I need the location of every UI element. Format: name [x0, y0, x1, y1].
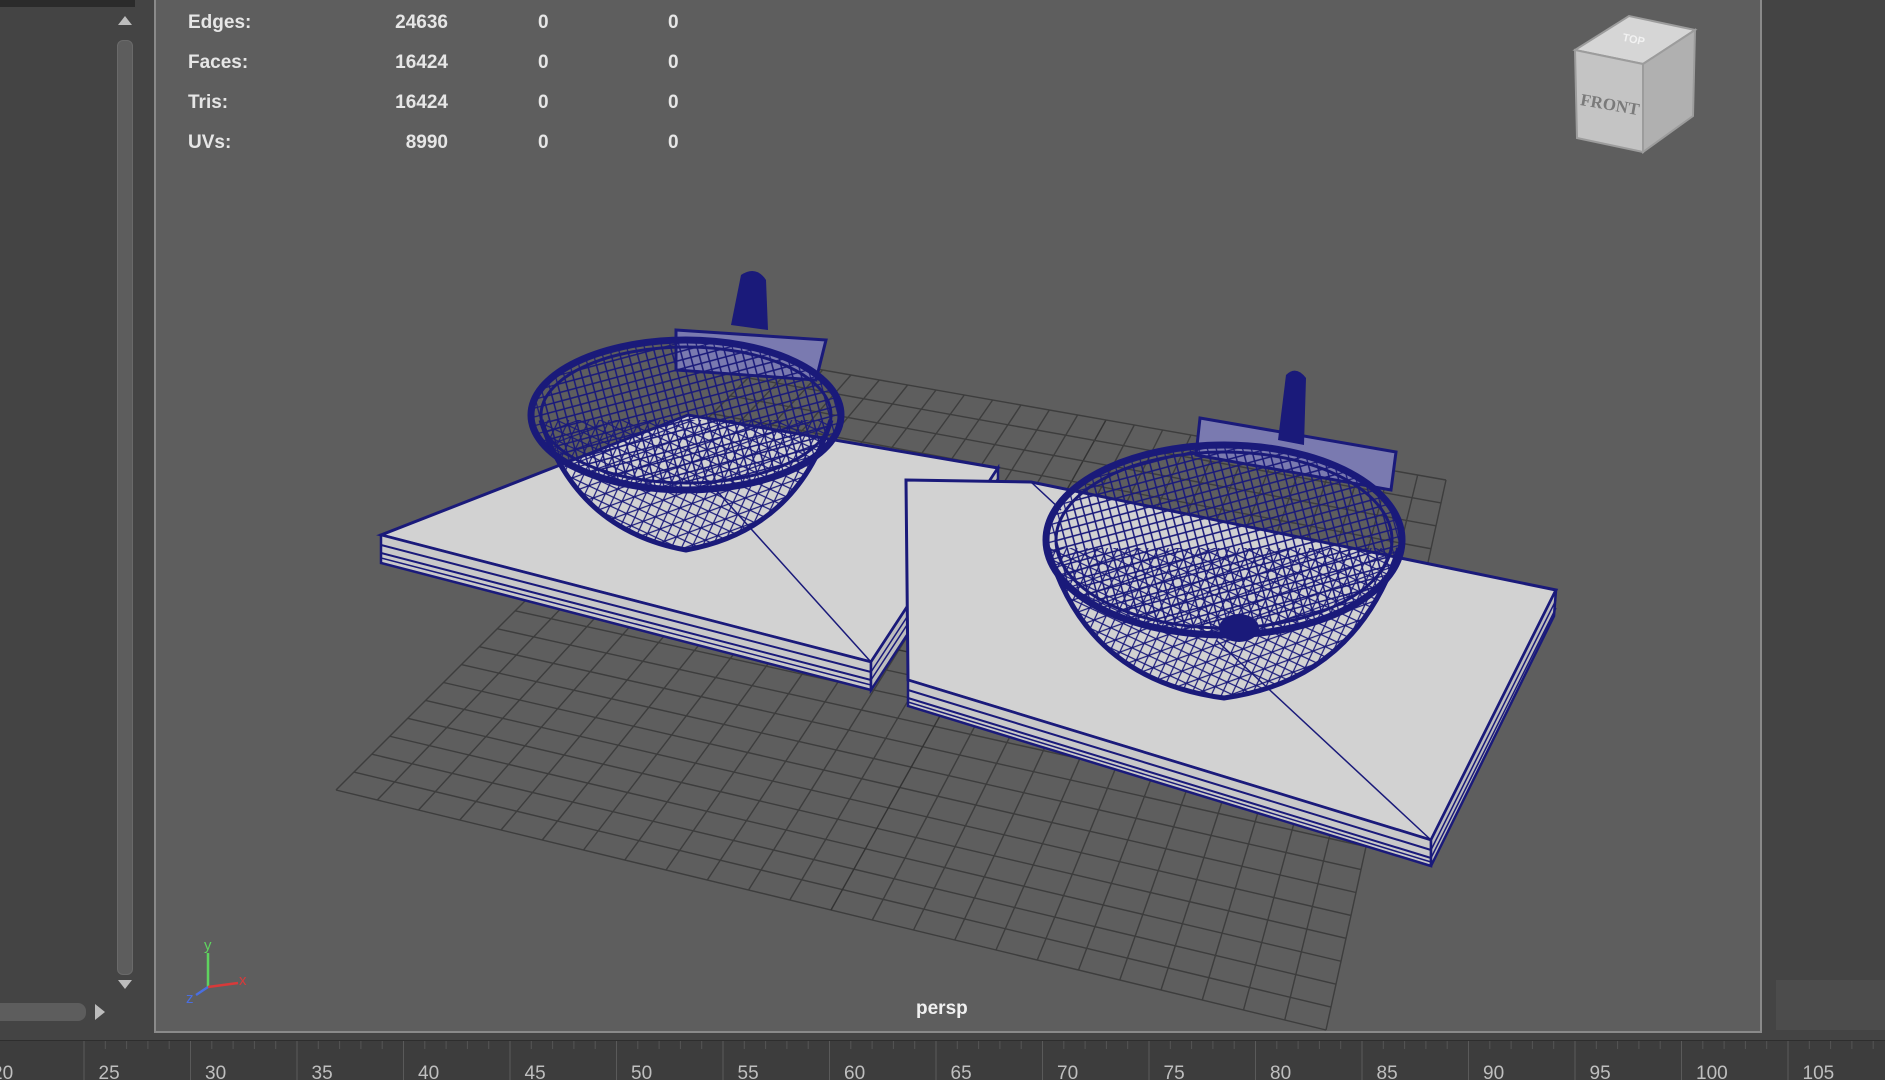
timeline-tick-label: 100: [1696, 1063, 1728, 1080]
hud-row: Faces: 16424 0 0: [188, 48, 748, 88]
hud-stat-value: 0: [538, 92, 549, 113]
maya-window: Edges: 24636 0 0 Faces: 16424 0 0 Tris: 16424 0 0 UV…: [0, 0, 1885, 1080]
axis-gizmo: y x z: [186, 937, 247, 1005]
timeline-tick-label: 60: [844, 1063, 866, 1080]
outliner-header-strip: [0, 0, 135, 7]
timeline-tick-label: 50: [631, 1063, 653, 1080]
hud-stat-value: 0: [668, 132, 679, 153]
timeline-tick-label: 80: [1270, 1063, 1292, 1080]
timeline-tick-label: 40: [418, 1063, 440, 1080]
camera-name-label: persp: [916, 998, 968, 1019]
poly-count-hud: Edges: 24636 0 0 Faces: 16424 0 0 Tris: 16424 0 0 UV…: [188, 8, 748, 168]
timeline-tick-label: 20: [0, 1063, 14, 1080]
z-axis-line: [195, 985, 209, 997]
hud-stat-value: 0: [668, 92, 679, 113]
time-slider[interactable]: 20 25 30 35 40 45 50 55 60 65 70 75 80 85 90 95 100 105: [0, 1040, 1885, 1080]
hud-stat-value: 0: [538, 52, 549, 73]
timeline-tick-label: 35: [311, 1063, 333, 1080]
hud-row: Edges: 24636 0 0: [188, 8, 748, 48]
right-panel: [1766, 0, 1885, 1040]
timeline-tick-label: 65: [950, 1063, 972, 1080]
hud-stat-value: 16424: [395, 52, 448, 73]
timeline-tick-label: 70: [1057, 1063, 1079, 1080]
hud-stat-value: 0: [668, 12, 679, 33]
timeline-tick-label: 90: [1483, 1063, 1505, 1080]
hud-row: UVs: 8990 0 0: [188, 128, 748, 168]
x-axis-line: [207, 981, 239, 989]
scroll-right-arrow-icon[interactable]: [95, 1004, 105, 1020]
vertical-scrollbar[interactable]: [113, 10, 137, 995]
hud-stat-label: Faces:: [188, 52, 249, 73]
vertical-scroll-thumb[interactable]: [117, 40, 133, 975]
scroll-down-arrow-icon[interactable]: [118, 980, 132, 989]
timeline-tick-label: 45: [524, 1063, 546, 1080]
timeline-tick-label: 95: [1589, 1063, 1611, 1080]
y-axis-label: y: [204, 937, 212, 954]
hud-stat-value: 24636: [395, 12, 448, 33]
timeline-tick-label: 105: [1802, 1063, 1835, 1080]
hud-stat-value: 8990: [405, 132, 448, 153]
hud-stat-label: UVs:: [188, 132, 232, 153]
z-axis-label: z: [186, 990, 194, 1005]
hud-stat-value: 0: [538, 12, 549, 33]
horizontal-scroll-thumb[interactable]: [0, 1003, 86, 1021]
channel-box-field[interactable]: [1776, 980, 1885, 1030]
perspective-viewport[interactable]: Edges: 24636 0 0 Faces: 16424 0 0 Tris: 16424 0 0 UV…: [154, 0, 1762, 1033]
timeline-tick-label: 55: [737, 1063, 759, 1080]
hud-stat-value: 0: [538, 132, 549, 153]
hud-stat-label: Tris:: [188, 92, 229, 113]
hud-stat-label: Edges:: [188, 12, 252, 33]
hud-stat-value: 0: [668, 52, 679, 73]
timeline-tick-label: 30: [205, 1063, 227, 1080]
left-panel: [0, 0, 150, 1040]
hud-row: Tris: 16424 0 0: [188, 88, 748, 128]
timeline-tick-label: 85: [1376, 1063, 1398, 1080]
horizontal-scrollbar[interactable]: [0, 998, 112, 1026]
timeline-tick-label: 25: [98, 1063, 120, 1080]
hud-stat-value: 16424: [395, 92, 448, 113]
timeline-tick-label: 75: [1163, 1063, 1185, 1080]
view-cube[interactable]: TOP FRONT: [1571, 12, 1701, 157]
right-vanity-mesh: [904, 370, 1559, 868]
x-axis-label: x: [239, 972, 247, 989]
scroll-up-arrow-icon[interactable]: [118, 16, 132, 25]
